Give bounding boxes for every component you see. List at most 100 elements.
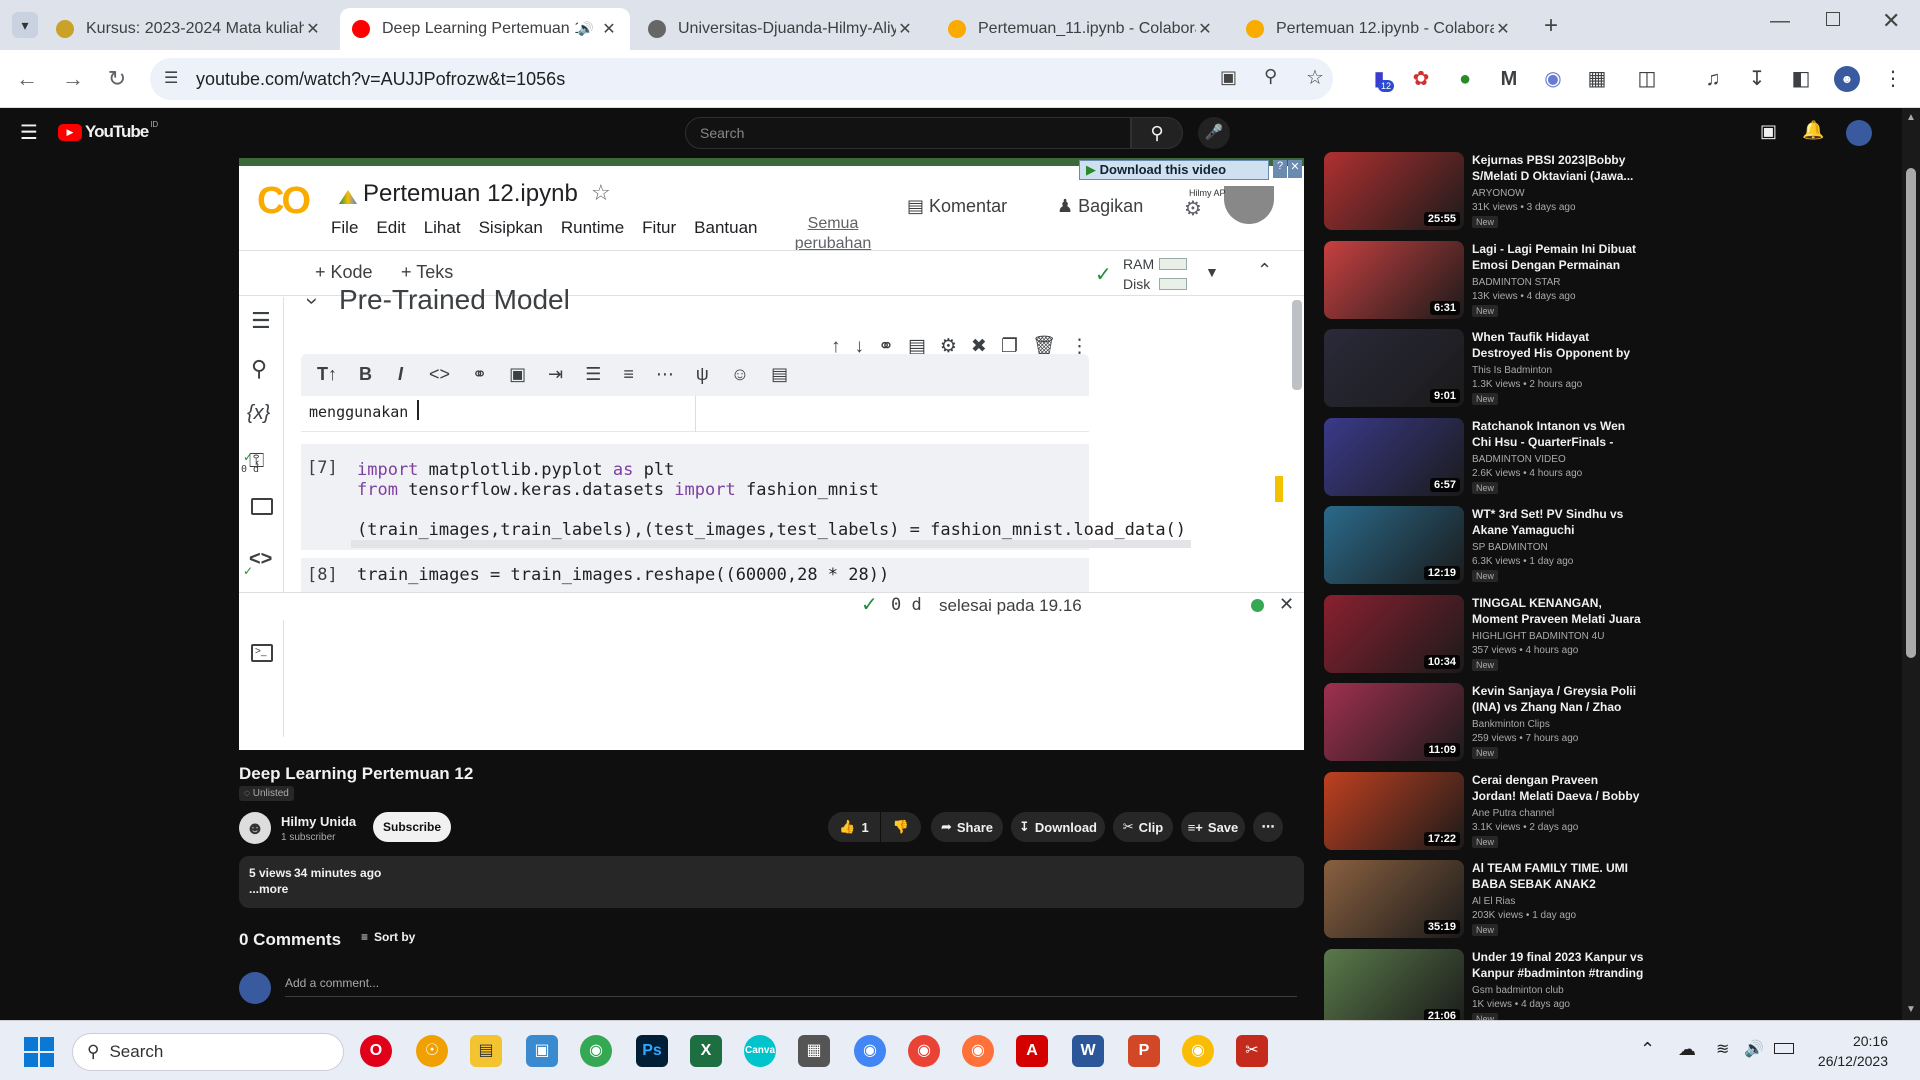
back-button[interactable]: ← — [12, 64, 42, 94]
cell-7-hscrollbar[interactable] — [351, 540, 1191, 548]
recommended-title[interactable]: Kevin Sanjaya / Greysia Polii (INA) vs Z… — [1472, 683, 1644, 715]
color-extension-icon[interactable]: ✿ — [1408, 66, 1434, 92]
recommended-channel[interactable]: This Is Badminton — [1472, 365, 1552, 376]
page-scrollbar-thumb[interactable] — [1906, 168, 1916, 658]
recommended-channel[interactable]: Al El Rias — [1472, 896, 1515, 907]
video-thumbnail[interactable]: 11:09 — [1324, 683, 1464, 761]
colab-menu-item[interactable]: Bantuan — [694, 218, 757, 237]
hamburger-menu-icon[interactable]: ☰ — [20, 120, 38, 145]
grammar-extension-icon[interactable]: ◉ — [1540, 66, 1566, 92]
sort-by-button[interactable]: ≡ Sort by — [361, 930, 415, 944]
chrome-profile-3-icon[interactable]: ◉ — [1182, 1035, 1214, 1067]
add-comment-input[interactable]: Add a comment... — [285, 976, 1297, 997]
browser-tab[interactable]: Universitas-Djuanda-Hilmy-Aliy ✕ — [636, 8, 926, 50]
star-icon[interactable]: ☆ — [591, 180, 611, 206]
volume-icon[interactable]: 🔊 — [1744, 1039, 1764, 1059]
gmail-extension-icon[interactable]: M — [1496, 66, 1522, 92]
acrobat-icon[interactable]: A — [1016, 1035, 1048, 1067]
colab-menu-item[interactable]: Lihat — [424, 218, 461, 237]
collapse-toolbar-icon[interactable]: ⌃ — [1257, 260, 1272, 281]
voice-search-icon[interactable]: 🎤 — [1198, 117, 1230, 149]
save-button[interactable]: ≡+ Save — [1181, 812, 1245, 842]
recommended-video[interactable]: 12:19 WT* 3rd Set! PV Sindhu vs Akane Yam… — [1324, 506, 1644, 586]
colab-menu-item[interactable]: Runtime — [561, 218, 624, 237]
address-bar[interactable]: ☰ youtube.com/watch?v=AUJJPofrozw&t=1056… — [150, 58, 1333, 100]
subscribe-button[interactable]: Subscribe — [373, 812, 451, 842]
clock-date[interactable]: 26/12/2023 — [1808, 1053, 1888, 1069]
add-code-button[interactable]: + Kode — [315, 262, 373, 283]
firefox-icon[interactable]: ◉ — [962, 1035, 994, 1067]
emoji-icon[interactable]: ☺ — [731, 364, 749, 384]
snipping-tool-icon[interactable]: ✂ — [1236, 1035, 1268, 1067]
indent-icon[interactable]: ⇥ — [548, 364, 563, 384]
bold-icon[interactable]: B — [359, 364, 372, 384]
photoshop-icon[interactable]: Ps — [636, 1035, 668, 1067]
browser-menu-icon[interactable]: ⋮ — [1880, 66, 1906, 92]
recommended-channel[interactable]: SP BADMINTON — [1472, 542, 1548, 553]
tab-close-icon[interactable]: ✕ — [1494, 19, 1512, 39]
tab-close-icon[interactable]: ✕ — [896, 19, 914, 39]
recommended-title[interactable]: Kejurnas PBSI 2023|Bobby S/Melati D Okta… — [1472, 152, 1644, 184]
recommended-channel[interactable]: BADMINTON VIDEO — [1472, 454, 1566, 465]
comment-button[interactable]: ▤ Komentar — [907, 196, 1007, 217]
files-folder-icon[interactable] — [251, 498, 273, 515]
variables-icon[interactable]: {x} — [247, 402, 270, 425]
tray-chevron-icon[interactable]: ⌃ — [1640, 1039, 1655, 1060]
video-thumbnail[interactable]: 25:55 — [1324, 152, 1464, 230]
banner-close-icon[interactable]: ✕ — [1288, 160, 1302, 178]
all-changes-link[interactable]: Semua perubahan — [793, 214, 873, 254]
recommended-channel[interactable]: Bankminton Clips — [1472, 719, 1550, 730]
wifi-icon[interactable]: ≋ — [1716, 1039, 1729, 1059]
like-button[interactable]: 👍 1 — [828, 812, 880, 842]
channel-name[interactable]: Hilmy Unida — [281, 814, 356, 829]
browser-tab[interactable]: Pertemuan_11.ipynb - Colabora ✕ — [936, 8, 1226, 50]
notifications-bell-icon[interactable]: 🔔 — [1802, 120, 1824, 141]
find-icon[interactable]: ⚲ — [251, 356, 267, 382]
photo-extension-icon[interactable]: ▦ — [1584, 66, 1610, 92]
recommended-channel[interactable]: Gsm badminton club — [1472, 985, 1564, 996]
preview-mode-icon[interactable]: ▤ — [771, 364, 788, 384]
recommended-channel[interactable]: ARYONOW — [1472, 188, 1525, 199]
start-windows-icon[interactable] — [24, 1037, 54, 1067]
close-window-button[interactable]: ✕ — [1882, 8, 1900, 34]
video-thumbnail[interactable]: 21:06 — [1324, 948, 1464, 1027]
clip-button[interactable]: ✂ Clip — [1113, 812, 1173, 842]
minimize-button[interactable]: — — [1770, 10, 1790, 33]
horizontal-rule-icon[interactable]: ⋯ — [656, 364, 674, 384]
video-thumbnail[interactable]: 6:31 — [1324, 240, 1464, 319]
recommended-video[interactable]: 9:01 When Taufik Hidayat Destroyed His Op… — [1324, 329, 1644, 409]
colab-logo[interactable]: CO — [257, 180, 311, 223]
install-app-icon[interactable]: ▣ — [1220, 67, 1237, 88]
dislike-button[interactable]: 👎 — [881, 812, 921, 842]
italic-icon[interactable]: I — [398, 364, 403, 384]
globe-extension-icon[interactable]: ● — [1452, 66, 1478, 92]
notebook-title[interactable]: Pertemuan 12.ipynb — [363, 180, 578, 208]
recommended-title[interactable]: Under 19 final 2023 Kanpur vs Kanpur #ba… — [1472, 949, 1644, 981]
section-collapse-chevron[interactable]: › — [300, 297, 326, 304]
add-text-button[interactable]: + Teks — [401, 262, 453, 283]
terminal-icon[interactable]: >_ — [251, 644, 273, 662]
reload-button[interactable]: ↻ — [102, 64, 132, 94]
tab-audio-icon[interactable]: 🔊 — [578, 21, 594, 37]
more-actions-button[interactable]: ⋯ — [1253, 812, 1283, 842]
chrome-icon[interactable]: ◉ — [580, 1035, 612, 1067]
bullet-list-icon[interactable]: ≡ — [623, 364, 634, 384]
code-format-icon[interactable]: <> — [429, 364, 450, 384]
banner-help-icon[interactable]: ? — [1273, 160, 1287, 178]
chrome-profile-2-icon[interactable]: ◉ — [908, 1035, 940, 1067]
video-thumbnail[interactable]: 12:19 — [1324, 506, 1464, 584]
heading-icon[interactable]: T↑ — [317, 364, 337, 384]
recommended-title[interactable]: WT* 3rd Set! PV Sindhu vs Akane Yamaguch… — [1472, 506, 1644, 538]
file-explorer-icon[interactable]: ▤ — [470, 1035, 502, 1067]
download-video-banner[interactable]: ▶ Download this video — [1079, 160, 1269, 180]
recommended-title[interactable]: Ratchanok Intanon vs Wen Chi Hsu - Quart… — [1472, 418, 1644, 450]
profile-avatar[interactable]: ☻ — [1834, 66, 1860, 92]
colab-menu-item[interactable]: File — [331, 218, 358, 237]
video-thumbnail[interactable]: 10:34 — [1324, 594, 1464, 673]
toc-icon[interactable]: ☰ — [251, 308, 271, 334]
recommended-video[interactable]: 6:57 Ratchanok Intanon vs Wen Chi Hsu - Q… — [1324, 417, 1644, 498]
account-avatar[interactable] — [1846, 120, 1872, 146]
recommended-channel[interactable]: HIGHLIGHT BADMINTON 4U — [1472, 631, 1604, 642]
video-thumbnail[interactable]: 9:01 — [1324, 329, 1464, 407]
image-icon[interactable]: ▣ — [509, 364, 526, 384]
